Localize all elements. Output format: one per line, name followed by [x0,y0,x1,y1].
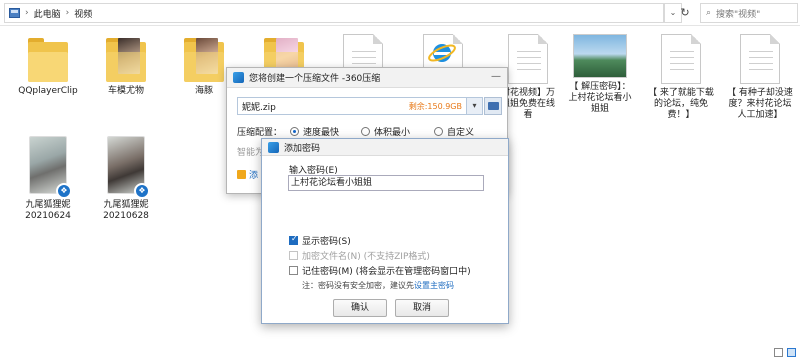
file-item-video-0628[interactable]: ❖ 九尾狐狸妮 20210628 [86,136,166,222]
radio-fastest[interactable]: 速度最快 [290,125,339,138]
address-bar: › 此电脑 › 视频 ⌄ ↻ ⌕ 搜索"视频" [0,0,800,26]
archive-filename: 妮妮.zip [242,102,276,113]
archive-filename-field[interactable]: 妮妮.zip 剩余:150.9GB [237,97,467,115]
note-text: 注：密码没有安全加密，建议先 [302,281,414,290]
config-label: 压缩配置： [237,128,283,138]
add-password-dialog: 添加密码 输入密码(E) 上村花论坛看小姐姐 显示密码(S) 加密文件名(N) … [261,138,509,324]
browse-folder-button[interactable] [484,97,502,115]
radio-dot [290,127,300,136]
radio-custom[interactable]: 自定义 [434,125,474,138]
file-item-chemo[interactable]: 车模尤物 [86,38,166,97]
radio-label: 速度最快 [303,128,340,138]
confirm-button[interactable]: 确认 [333,299,387,317]
checkbox-label: 记住密码(M) (将会显示在管理密码窗口中) [302,267,471,277]
filename-dropdown-icon[interactable]: ▾ [467,97,483,115]
file-label: 九尾狐狸妮 20210624 [25,200,71,221]
radio-smallest[interactable]: 体积最小 [361,125,410,138]
minimize-icon[interactable]: — [491,71,501,82]
file-item-free-download[interactable]: 【 来了就能下载 的论坛，纯免 费！】 [641,34,721,121]
player-badge-icon: ❖ [56,183,72,199]
view-mode-toggles [774,348,796,357]
image-thumbnail-icon [573,34,627,78]
document-icon [508,34,548,84]
compress-dialog-title: 您将创建一个压缩文件 -360压缩 [249,74,381,84]
compress-app-icon [268,141,279,153]
cancel-button[interactable]: 取消 [395,299,449,317]
folder-icon [106,38,146,82]
folder-icon [184,38,224,82]
document-icon [661,34,701,84]
file-item-seed-speed[interactable]: 【 有种子却没速 度？来村花论坛 人工加速】 [720,34,800,121]
password-input[interactable]: 上村花论坛看小姐姐 [288,175,484,191]
document-icon [740,34,780,84]
radio-label: 自定义 [447,128,475,138]
search-icon: ⌕ [706,8,712,18]
drive-icon [9,8,20,18]
radio-label: 体积最小 [374,128,411,138]
checkbox-box [289,251,298,260]
breadcrumb-videos[interactable]: 视频 [74,7,92,20]
file-item-password-image[interactable]: 【 解压密码】： 上村花论坛看小 姐姐 [560,34,640,115]
breadcrumb-this-pc[interactable]: 此电脑 [34,7,61,20]
lock-icon [237,170,246,179]
password-dialog-titlebar[interactable]: 添加密码 [262,139,508,156]
folder-icon [488,102,499,110]
show-password-checkbox[interactable]: 显示密码(S) [289,234,351,247]
folder-icon [28,38,68,82]
file-label: 车模尤物 [107,86,144,96]
video-thumbnail-icon: ❖ [107,136,150,199]
details-view-icon[interactable] [774,348,783,357]
smart-label: 智能为 [237,148,265,158]
file-label: 【 解压密码】： 上村花论坛看小 姐姐 [568,82,632,114]
player-badge-icon: ❖ [134,183,150,199]
checkbox-box [289,266,298,275]
internet-explorer-icon [428,44,456,62]
security-note: 注：密码没有安全加密，建议先设置主密码 [302,280,454,291]
file-item-qqplayerclip[interactable]: QQplayerClip [8,38,88,97]
password-dialog-title: 添加密码 [284,143,321,154]
file-label: 【 来了就能下载 的论坛，纯免 费！】 [648,88,714,120]
checkbox-label: 显示密码(S) [302,237,351,247]
checkbox-box [289,234,298,245]
remember-password-checkbox[interactable]: 记住密码(M) (将会显示在管理密码窗口中) [289,264,471,277]
breadcrumb-chevron-icon: › [65,8,70,18]
search-input[interactable]: ⌕ 搜索"视频" [700,3,798,23]
compression-config: 压缩配置： 速度最快 体积最小 自定义 [237,125,474,138]
video-thumbnail-icon: ❖ [29,136,72,199]
add-password-link-label: 添 [249,171,259,181]
search-placeholder: 搜索"视频" [716,9,761,20]
file-label: 【 有种子却没速 度？来村花论坛 人工加速】 [727,88,793,120]
file-label: 九尾狐狸妮 20210628 [103,200,149,221]
radio-dot [361,127,371,136]
free-space-label: 剩余:150.9GB [408,102,462,111]
breadcrumb[interactable]: › 此电脑 › 视频 [4,3,664,23]
large-icons-view-icon[interactable] [787,348,796,357]
file-item-video-0624[interactable]: ❖ 九尾狐狸妮 20210624 [8,136,88,222]
compress-app-icon [233,72,244,83]
file-label: QQplayerClip [18,86,78,96]
encrypt-filenames-checkbox: 加密文件名(N) (不支持ZIP格式) [289,249,430,262]
add-password-link[interactable]: 添 [237,168,258,181]
compress-dialog-titlebar[interactable]: 您将创建一个压缩文件 -360压缩 — [227,68,507,88]
breadcrumb-chevron-icon: › [25,8,29,18]
refresh-icon[interactable]: ↻ [676,3,694,23]
set-master-password-link[interactable]: 设置主密码 [414,281,454,290]
checkbox-label: 加密文件名(N) (不支持ZIP格式) [302,252,430,262]
radio-dot [434,127,444,136]
